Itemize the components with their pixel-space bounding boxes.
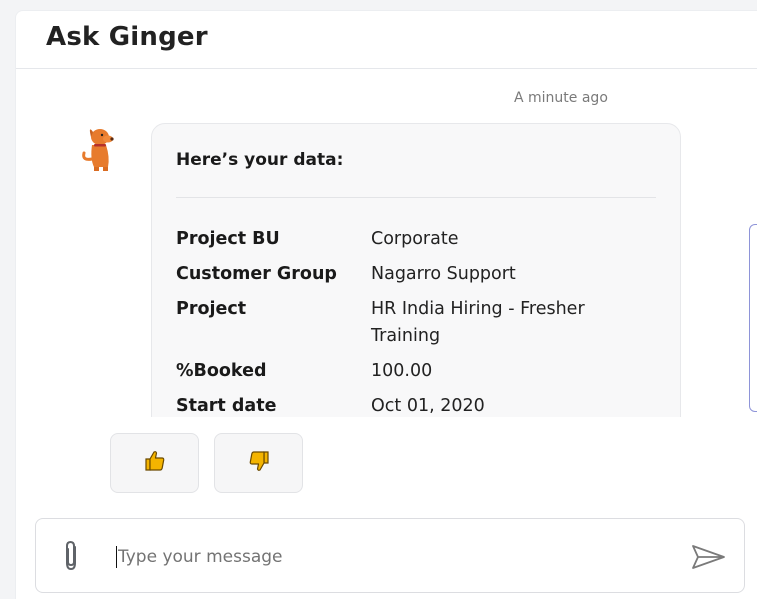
data-label: Start date xyxy=(176,396,277,416)
thumbs-up-icon xyxy=(143,449,167,477)
bot-avatar xyxy=(78,123,118,173)
data-label: Project BU xyxy=(176,229,280,249)
data-value: 100.00 xyxy=(371,361,433,381)
bot-message-bubble: Here’s your data: Project BU Corporate C… xyxy=(151,123,681,417)
chat-messages-area[interactable]: A minute ago Here’s your data: Project B… xyxy=(16,69,757,417)
thumbs-down-button[interactable] xyxy=(214,433,303,493)
message-input[interactable] xyxy=(116,539,680,575)
data-label: Customer Group xyxy=(176,264,337,284)
side-panel-edge[interactable] xyxy=(749,224,757,412)
divider xyxy=(176,197,656,198)
data-value: HR India Hiring - Fresher Training xyxy=(371,299,585,346)
send-icon[interactable] xyxy=(691,543,727,571)
data-value: Corporate xyxy=(371,229,459,249)
data-label: Project xyxy=(176,299,247,319)
message-composer xyxy=(35,518,745,593)
chat-panel: Ask Ginger A minute ago Here’s your data… xyxy=(15,10,757,599)
data-value: Oct 01, 2020 xyxy=(371,396,485,416)
chat-header: Ask Ginger xyxy=(16,11,757,69)
paperclip-icon[interactable] xyxy=(60,539,82,573)
data-value: Nagarro Support xyxy=(371,264,516,284)
thumbs-down-icon xyxy=(247,449,271,477)
data-label: %Booked xyxy=(176,361,267,381)
thumbs-up-button[interactable] xyxy=(110,433,199,493)
page-title: Ask Ginger xyxy=(46,22,208,52)
message-heading: Here’s your data: xyxy=(176,150,344,170)
message-timestamp: A minute ago xyxy=(514,90,608,106)
